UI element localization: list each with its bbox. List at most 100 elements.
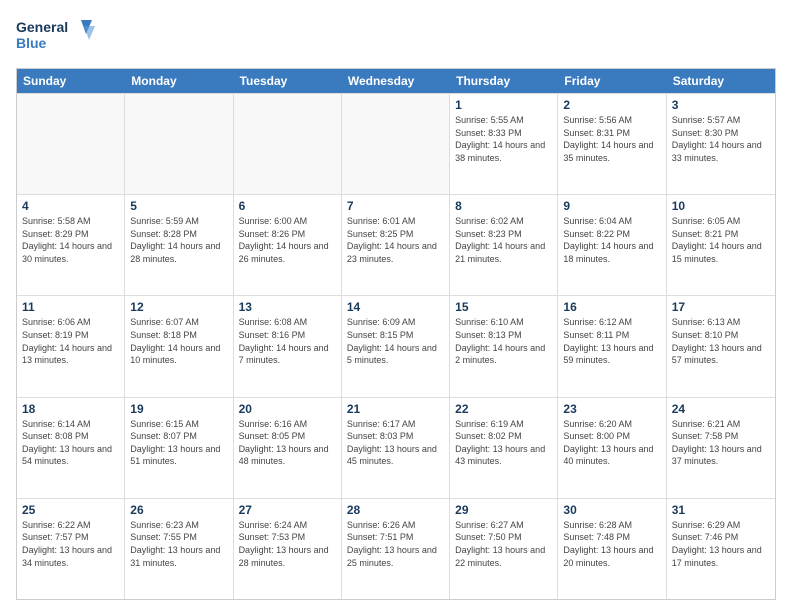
day-header: Monday <box>125 69 233 93</box>
day-header: Sunday <box>17 69 125 93</box>
calendar-cell <box>234 94 342 194</box>
day-header: Wednesday <box>342 69 450 93</box>
header: General Blue <box>16 16 776 58</box>
day-info: Sunrise: 6:26 AMSunset: 7:51 PMDaylight:… <box>347 520 437 568</box>
calendar: SundayMondayTuesdayWednesdayThursdayFrid… <box>16 68 776 600</box>
calendar-cell <box>342 94 450 194</box>
calendar-cell: 9 Sunrise: 6:04 AMSunset: 8:22 PMDayligh… <box>558 195 666 295</box>
calendar-cell: 18 Sunrise: 6:14 AMSunset: 8:08 PMDaylig… <box>17 398 125 498</box>
day-info: Sunrise: 6:16 AMSunset: 8:05 PMDaylight:… <box>239 419 329 467</box>
calendar-header: SundayMondayTuesdayWednesdayThursdayFrid… <box>17 69 775 93</box>
day-info: Sunrise: 5:55 AMSunset: 8:33 PMDaylight:… <box>455 115 545 163</box>
calendar-week: 18 Sunrise: 6:14 AMSunset: 8:08 PMDaylig… <box>17 397 775 498</box>
calendar-cell: 19 Sunrise: 6:15 AMSunset: 8:07 PMDaylig… <box>125 398 233 498</box>
day-info: Sunrise: 6:09 AMSunset: 8:15 PMDaylight:… <box>347 317 437 365</box>
logo-svg: General Blue <box>16 16 96 58</box>
day-number: 13 <box>239 300 336 314</box>
calendar-cell <box>17 94 125 194</box>
calendar-cell: 14 Sunrise: 6:09 AMSunset: 8:15 PMDaylig… <box>342 296 450 396</box>
day-info: Sunrise: 6:01 AMSunset: 8:25 PMDaylight:… <box>347 216 437 264</box>
calendar-cell: 20 Sunrise: 6:16 AMSunset: 8:05 PMDaylig… <box>234 398 342 498</box>
day-info: Sunrise: 6:08 AMSunset: 8:16 PMDaylight:… <box>239 317 329 365</box>
day-number: 18 <box>22 402 119 416</box>
day-number: 6 <box>239 199 336 213</box>
day-info: Sunrise: 6:24 AMSunset: 7:53 PMDaylight:… <box>239 520 329 568</box>
day-number: 11 <box>22 300 119 314</box>
day-info: Sunrise: 5:59 AMSunset: 8:28 PMDaylight:… <box>130 216 220 264</box>
calendar-cell: 10 Sunrise: 6:05 AMSunset: 8:21 PMDaylig… <box>667 195 775 295</box>
logo: General Blue <box>16 16 96 58</box>
day-number: 14 <box>347 300 444 314</box>
svg-text:Blue: Blue <box>16 35 47 51</box>
day-info: Sunrise: 6:14 AMSunset: 8:08 PMDaylight:… <box>22 419 112 467</box>
day-number: 5 <box>130 199 227 213</box>
calendar-week: 1 Sunrise: 5:55 AMSunset: 8:33 PMDayligh… <box>17 93 775 194</box>
day-info: Sunrise: 5:58 AMSunset: 8:29 PMDaylight:… <box>22 216 112 264</box>
day-info: Sunrise: 6:22 AMSunset: 7:57 PMDaylight:… <box>22 520 112 568</box>
day-info: Sunrise: 6:00 AMSunset: 8:26 PMDaylight:… <box>239 216 329 264</box>
calendar-cell: 28 Sunrise: 6:26 AMSunset: 7:51 PMDaylig… <box>342 499 450 599</box>
day-number: 20 <box>239 402 336 416</box>
day-number: 22 <box>455 402 552 416</box>
svg-text:General: General <box>16 19 68 35</box>
day-info: Sunrise: 6:19 AMSunset: 8:02 PMDaylight:… <box>455 419 545 467</box>
calendar-cell: 3 Sunrise: 5:57 AMSunset: 8:30 PMDayligh… <box>667 94 775 194</box>
day-number: 12 <box>130 300 227 314</box>
calendar-cell: 8 Sunrise: 6:02 AMSunset: 8:23 PMDayligh… <box>450 195 558 295</box>
calendar-cell: 30 Sunrise: 6:28 AMSunset: 7:48 PMDaylig… <box>558 499 666 599</box>
day-info: Sunrise: 6:04 AMSunset: 8:22 PMDaylight:… <box>563 216 653 264</box>
day-number: 1 <box>455 98 552 112</box>
day-number: 10 <box>672 199 770 213</box>
day-info: Sunrise: 6:15 AMSunset: 8:07 PMDaylight:… <box>130 419 220 467</box>
calendar-cell: 2 Sunrise: 5:56 AMSunset: 8:31 PMDayligh… <box>558 94 666 194</box>
day-number: 26 <box>130 503 227 517</box>
calendar-cell: 21 Sunrise: 6:17 AMSunset: 8:03 PMDaylig… <box>342 398 450 498</box>
calendar-cell: 7 Sunrise: 6:01 AMSunset: 8:25 PMDayligh… <box>342 195 450 295</box>
day-info: Sunrise: 6:06 AMSunset: 8:19 PMDaylight:… <box>22 317 112 365</box>
calendar-cell: 15 Sunrise: 6:10 AMSunset: 8:13 PMDaylig… <box>450 296 558 396</box>
day-number: 29 <box>455 503 552 517</box>
day-info: Sunrise: 6:21 AMSunset: 7:58 PMDaylight:… <box>672 419 762 467</box>
day-number: 15 <box>455 300 552 314</box>
calendar-cell: 12 Sunrise: 6:07 AMSunset: 8:18 PMDaylig… <box>125 296 233 396</box>
day-info: Sunrise: 6:07 AMSunset: 8:18 PMDaylight:… <box>130 317 220 365</box>
day-number: 3 <box>672 98 770 112</box>
calendar-cell: 25 Sunrise: 6:22 AMSunset: 7:57 PMDaylig… <box>17 499 125 599</box>
day-number: 9 <box>563 199 660 213</box>
calendar-week: 11 Sunrise: 6:06 AMSunset: 8:19 PMDaylig… <box>17 295 775 396</box>
calendar-cell: 17 Sunrise: 6:13 AMSunset: 8:10 PMDaylig… <box>667 296 775 396</box>
day-number: 24 <box>672 402 770 416</box>
day-info: Sunrise: 5:57 AMSunset: 8:30 PMDaylight:… <box>672 115 762 163</box>
day-info: Sunrise: 6:10 AMSunset: 8:13 PMDaylight:… <box>455 317 545 365</box>
day-number: 23 <box>563 402 660 416</box>
day-number: 19 <box>130 402 227 416</box>
calendar-cell: 5 Sunrise: 5:59 AMSunset: 8:28 PMDayligh… <box>125 195 233 295</box>
day-info: Sunrise: 6:02 AMSunset: 8:23 PMDaylight:… <box>455 216 545 264</box>
day-header: Saturday <box>667 69 775 93</box>
calendar-cell <box>125 94 233 194</box>
calendar-week: 25 Sunrise: 6:22 AMSunset: 7:57 PMDaylig… <box>17 498 775 599</box>
day-number: 4 <box>22 199 119 213</box>
day-number: 2 <box>563 98 660 112</box>
day-number: 21 <box>347 402 444 416</box>
day-number: 16 <box>563 300 660 314</box>
calendar-cell: 4 Sunrise: 5:58 AMSunset: 8:29 PMDayligh… <box>17 195 125 295</box>
day-number: 28 <box>347 503 444 517</box>
day-info: Sunrise: 6:27 AMSunset: 7:50 PMDaylight:… <box>455 520 545 568</box>
calendar-cell: 27 Sunrise: 6:24 AMSunset: 7:53 PMDaylig… <box>234 499 342 599</box>
day-number: 25 <box>22 503 119 517</box>
page: General Blue SundayMondayTuesdayWednesda… <box>0 0 792 612</box>
day-info: Sunrise: 6:05 AMSunset: 8:21 PMDaylight:… <box>672 216 762 264</box>
calendar-cell: 22 Sunrise: 6:19 AMSunset: 8:02 PMDaylig… <box>450 398 558 498</box>
calendar-cell: 29 Sunrise: 6:27 AMSunset: 7:50 PMDaylig… <box>450 499 558 599</box>
day-number: 30 <box>563 503 660 517</box>
day-header: Thursday <box>450 69 558 93</box>
calendar-cell: 6 Sunrise: 6:00 AMSunset: 8:26 PMDayligh… <box>234 195 342 295</box>
day-number: 27 <box>239 503 336 517</box>
day-info: Sunrise: 6:17 AMSunset: 8:03 PMDaylight:… <box>347 419 437 467</box>
day-info: Sunrise: 6:12 AMSunset: 8:11 PMDaylight:… <box>563 317 653 365</box>
calendar-week: 4 Sunrise: 5:58 AMSunset: 8:29 PMDayligh… <box>17 194 775 295</box>
day-number: 7 <box>347 199 444 213</box>
day-info: Sunrise: 5:56 AMSunset: 8:31 PMDaylight:… <box>563 115 653 163</box>
day-header: Friday <box>558 69 666 93</box>
